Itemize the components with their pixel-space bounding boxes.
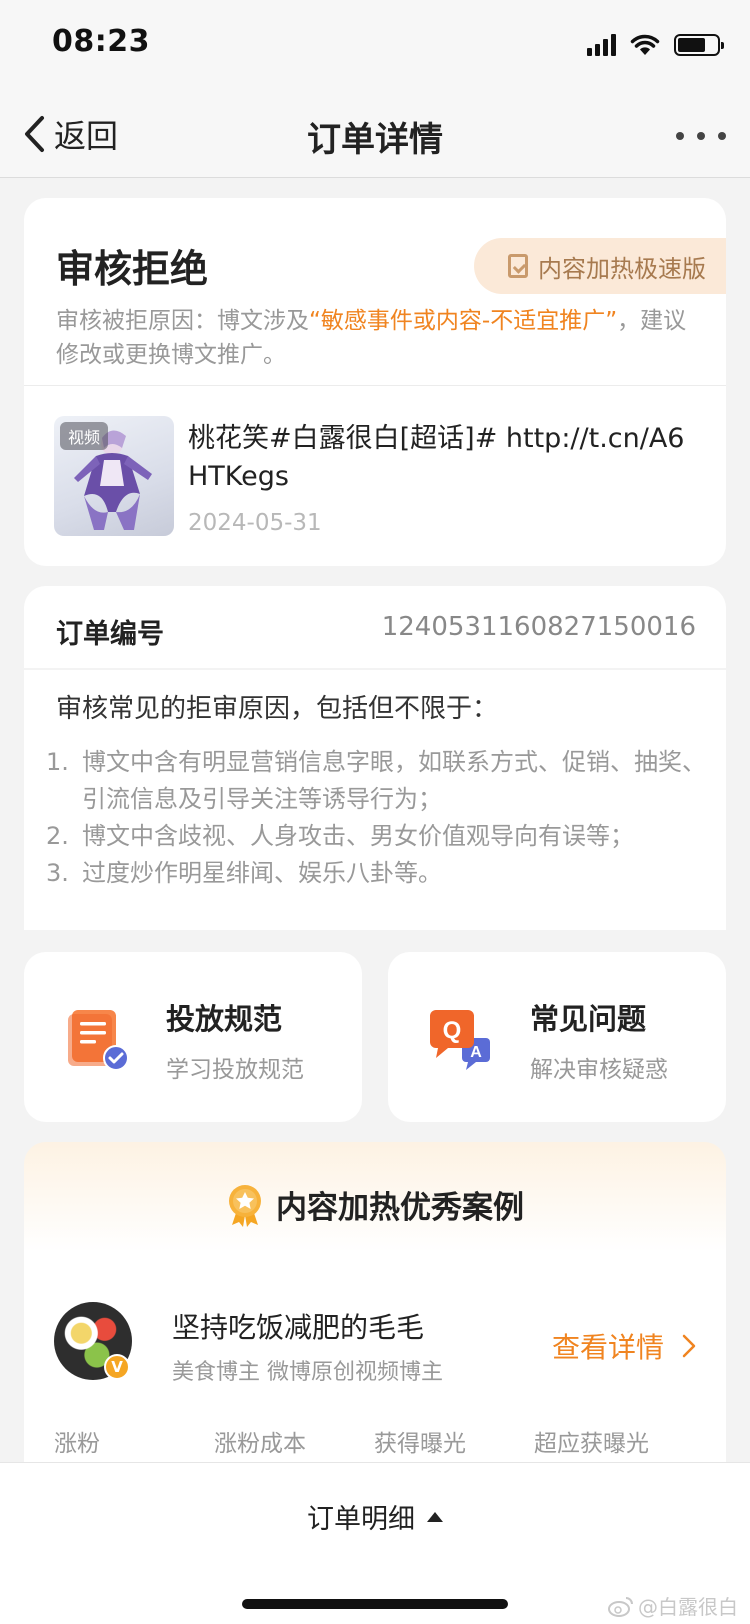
stat-label: 获得曝光 (374, 1431, 466, 1457)
qa-icon: A Q (430, 1010, 490, 1070)
list-item-number: 1. (46, 748, 69, 776)
review-status-card: 审核拒绝 内容加热极速版 审核被拒原因：博文涉及“敏感事件或内容-不适宜推广”，… (24, 198, 726, 566)
list-item-text: 博文中含有明显营销信息字眼，如联系方式、促销、抽奖、引流信息及引导关注等诱导行为… (82, 748, 706, 813)
weibo-logo-icon (608, 1596, 633, 1617)
battery-icon (674, 34, 724, 56)
status-bar: 08:23 (0, 0, 750, 92)
verified-badge: V (104, 1354, 130, 1380)
stat-label: 涨粉 (54, 1431, 100, 1457)
common-reasons-list: 1. 博文中含有明显营销信息字眼，如联系方式、促销、抽奖、引流信息及引导关注等诱导… (46, 744, 706, 892)
tile-title: 常见问题 (530, 1002, 647, 1036)
stat-label: 涨粉成本 (214, 1431, 306, 1457)
bottom-bar: 订单明细 @白露很白 (0, 1462, 750, 1624)
order-number-row: 订单编号 1240531160827150016 (24, 586, 726, 670)
view-details-label: 查看详情 (551, 1331, 664, 1364)
placement-rules-tile[interactable]: 投放规范 学习投放规范 (24, 952, 362, 1122)
reject-reason: 审核被拒原因：博文涉及“敏感事件或内容-不适宜推广”，建议修改或更换博文推广。 (56, 304, 696, 372)
review-status-title: 审核拒绝 (56, 247, 209, 291)
chevron-right-icon (682, 1334, 696, 1358)
watermark-text: @白露很白 (638, 1595, 738, 1619)
home-indicator[interactable] (242, 1599, 508, 1609)
cellular-signal-icon (587, 34, 616, 56)
reject-reason-highlight: “敏感事件或内容-不适宜推广” (309, 308, 618, 334)
status-time: 08:23 (52, 24, 150, 59)
watermark: @白露很白 (608, 1591, 738, 1620)
case-username[interactable]: 坚持吃饭减肥的毛毛 (172, 1306, 424, 1346)
list-item-text: 过度炒作明星绯闻、娱乐八卦等。 (82, 859, 442, 887)
post-thumbnail[interactable]: 视频 (54, 416, 174, 536)
common-reasons-card: 审核常见的拒审原因，包括但不限于： 1. 博文中含有明显营销信息字眼，如联系方式、… (24, 670, 726, 930)
wifi-icon (630, 34, 660, 55)
more-dot-icon (676, 132, 684, 140)
product-badge-label: 内容加热极速版 (538, 254, 706, 283)
reject-reason-prefix: 审核被拒原因：博文涉及 (56, 308, 309, 334)
case-stats: 涨粉 涨粉成本 获得曝光 超应获曝光 (54, 1424, 714, 1458)
order-number-label: 订单编号 (56, 619, 164, 650)
video-tag: 视频 (60, 422, 109, 450)
clipboard-check-icon (508, 254, 528, 278)
stat-label: 超应获曝光 (534, 1431, 649, 1457)
document-check-icon (68, 1010, 129, 1071)
order-number-value: 1240531160827150016 (381, 612, 696, 642)
more-dot-icon (697, 132, 705, 140)
page-title: 订单详情 (307, 120, 443, 160)
tile-subtitle: 学习投放规范 (166, 1057, 304, 1083)
cases-title: 内容加热优秀案例 (276, 1190, 524, 1226)
post-text[interactable]: 桃花笑#白露很白[超话]# http://t.cn/A6HTKegs (188, 420, 698, 496)
list-item-number: 2. (46, 822, 69, 850)
svg-text:Q: Q (443, 1017, 462, 1044)
order-details-label: 订单明细 (307, 1504, 415, 1535)
list-item: 2. 博文中含歧视、人身攻击、男女价值观导向有误等； (46, 818, 706, 855)
list-item-number: 3. (46, 859, 69, 887)
view-details-button[interactable]: 查看详情 (552, 1326, 696, 1366)
case-tags: 美食博主 微博原创视频博主 (172, 1360, 443, 1385)
list-item: 1. 博文中含有明显营销信息字眼，如联系方式、促销、抽奖、引流信息及引导关注等诱导… (46, 744, 706, 818)
caret-up-icon (427, 1511, 443, 1522)
status-icons (587, 30, 724, 60)
tile-title: 投放规范 (166, 1002, 283, 1036)
nav-bar: 返回 订单详情 (0, 92, 750, 178)
medal-icon (229, 1184, 261, 1227)
more-button[interactable] (676, 116, 726, 156)
list-item-text: 博文中含歧视、人身攻击、男女价值观导向有误等； (82, 822, 634, 850)
divider (24, 385, 726, 386)
cases-header: 内容加热优秀案例 (24, 1182, 726, 1227)
svg-text:A: A (470, 1044, 482, 1061)
tile-subtitle: 解决审核疑惑 (530, 1057, 668, 1083)
order-details-toggle[interactable]: 订单明细 (0, 1497, 750, 1536)
product-badge[interactable]: 内容加热极速版 (474, 238, 726, 294)
post-date: 2024-05-31 (188, 510, 322, 536)
list-item: 3. 过度炒作明星绯闻、娱乐八卦等。 (46, 855, 706, 892)
common-reasons-title: 审核常见的拒审原因，包括但不限于： (56, 694, 499, 724)
faq-tile[interactable]: A Q 常见问题 解决审核疑惑 (388, 952, 726, 1122)
more-dot-icon (718, 132, 726, 140)
excellent-cases-card: 内容加热优秀案例 V 坚持吃饭减肥的毛毛 美食博主 微博原创视频博主 查看详情 … (24, 1142, 726, 1482)
